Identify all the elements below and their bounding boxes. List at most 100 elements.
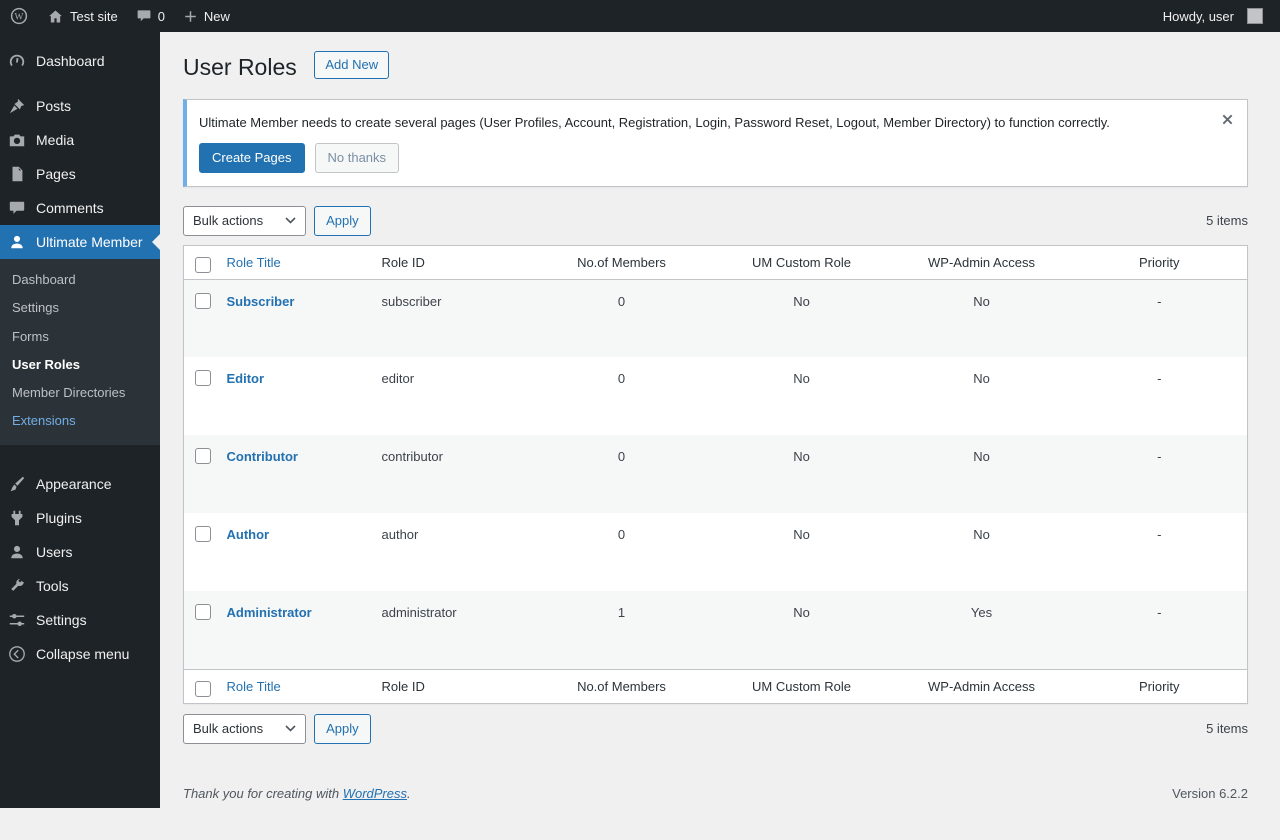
comment-bubble-icon (136, 8, 152, 24)
sidebar-item-posts[interactable]: Posts (0, 89, 160, 123)
comments-menu[interactable]: 0 (127, 0, 174, 32)
footer-thankyou: Thank you for creating with WordPress. (183, 786, 411, 801)
members-cell: 0 (532, 513, 712, 591)
row-checkbox[interactable] (195, 370, 211, 386)
chevron-down-icon (285, 725, 296, 732)
submenu-item-member-directories[interactable]: Member Directories (0, 379, 160, 407)
header-role-id: Role ID (372, 245, 532, 279)
chevron-left-circle-icon (7, 644, 27, 664)
sidebar-item-dashboard[interactable]: Dashboard (0, 44, 160, 78)
bulk-actions-select[interactable]: Bulk actions (183, 206, 306, 236)
table-toolbar-top: Bulk actions Apply 5 items (183, 206, 1248, 236)
sidebar-item-label: Media (36, 132, 74, 148)
members-cell: 0 (532, 279, 712, 357)
items-count: 5 items (1206, 213, 1248, 228)
add-new-button[interactable]: Add New (314, 51, 389, 79)
submenu-item-forms[interactable]: Forms (0, 323, 160, 351)
role-title-link[interactable]: Author (227, 527, 270, 542)
submenu-item-dashboard[interactable]: Dashboard (0, 266, 160, 294)
row-checkbox[interactable] (195, 526, 211, 542)
table-footer-row: Role Title Role ID No.of Members UM Cust… (184, 669, 1248, 703)
bulk-actions-label: Bulk actions (193, 213, 263, 228)
no-thanks-button[interactable]: No thanks (315, 143, 400, 173)
members-cell: 1 (532, 591, 712, 669)
sidebar-item-pages[interactable]: Pages (0, 157, 160, 191)
submenu-item-settings[interactable]: Settings (0, 294, 160, 322)
site-name-menu[interactable]: Test site (38, 0, 127, 32)
role-title-link[interactable]: Subscriber (227, 294, 295, 309)
create-pages-button[interactable]: Create Pages (199, 143, 305, 173)
new-content-menu[interactable]: New (174, 0, 239, 32)
notice-message: Ultimate Member needs to create several … (199, 113, 1203, 133)
wrench-icon (7, 576, 27, 596)
role-title-link[interactable]: Editor (227, 371, 265, 386)
priority-cell: - (1072, 591, 1248, 669)
wp-admin-access-cell: No (892, 279, 1072, 357)
wp-admin-access-cell: No (892, 435, 1072, 513)
footer-wp-admin-access: WP-Admin Access (892, 669, 1072, 703)
role-id-cell: administrator (372, 591, 532, 669)
sidebar-item-ultimate-member[interactable]: Ultimate Member (0, 225, 160, 259)
wordpress-logo-menu[interactable]: W (0, 0, 38, 32)
um-custom-role-cell: No (712, 435, 892, 513)
document-icon (7, 164, 27, 184)
submenu-item-extensions[interactable]: Extensions (0, 407, 160, 435)
wp-admin-access-cell: No (892, 513, 1072, 591)
sidebar-item-appearance[interactable]: Appearance (0, 467, 160, 501)
wordpress-link[interactable]: WordPress (343, 786, 407, 801)
sidebar-item-users[interactable]: Users (0, 535, 160, 569)
role-id-cell: contributor (372, 435, 532, 513)
sidebar-item-media[interactable]: Media (0, 123, 160, 157)
role-title-link[interactable]: Administrator (227, 605, 312, 620)
sidebar-item-label: Users (36, 544, 73, 560)
version-label: Version 6.2.2 (1172, 786, 1248, 801)
sort-role-title-link[interactable]: Role Title (227, 255, 281, 270)
collapse-menu-button[interactable]: Collapse menu (0, 637, 160, 671)
table-header-row: Role Title Role ID No.of Members UM Cust… (184, 245, 1248, 279)
members-cell: 0 (532, 435, 712, 513)
select-all-checkbox[interactable] (195, 257, 211, 273)
menu-separator (0, 445, 160, 456)
priority-cell: - (1072, 357, 1248, 435)
sidebar-item-label: Tools (36, 578, 69, 594)
header-members: No.of Members (532, 245, 712, 279)
row-checkbox[interactable] (195, 293, 211, 309)
priority-cell: - (1072, 279, 1248, 357)
header-wp-admin-access: WP-Admin Access (892, 245, 1072, 279)
apply-button[interactable]: Apply (314, 714, 371, 744)
wp-admin-access-cell: No (892, 357, 1072, 435)
sidebar-item-label: Dashboard (36, 53, 105, 69)
admin-sidebar: Dashboard Posts Media Pages Comments Ult… (0, 32, 160, 808)
main-content: User Roles Add New Ultimate Member needs… (160, 32, 1280, 808)
row-checkbox[interactable] (195, 604, 211, 620)
sidebar-item-label: Ultimate Member (36, 234, 143, 250)
sidebar-item-comments[interactable]: Comments (0, 191, 160, 225)
dismiss-notice-icon[interactable] (1217, 110, 1237, 130)
admin-footer: Thank you for creating with WordPress. V… (183, 786, 1248, 801)
role-id-cell: author (372, 513, 532, 591)
row-checkbox[interactable] (195, 448, 211, 464)
um-custom-role-cell: No (712, 513, 892, 591)
home-icon (47, 8, 64, 25)
sidebar-item-label: Comments (36, 200, 104, 216)
sidebar-item-label: Appearance (36, 476, 112, 492)
select-all-checkbox[interactable] (195, 681, 211, 697)
pushpin-icon (7, 96, 27, 116)
bulk-actions-select[interactable]: Bulk actions (183, 714, 306, 744)
svg-text:W: W (15, 13, 24, 23)
sidebar-item-label: Pages (36, 166, 76, 182)
submenu-item-user-roles[interactable]: User Roles (0, 351, 160, 379)
sort-role-title-link[interactable]: Role Title (227, 679, 281, 694)
menu-separator (0, 78, 160, 89)
sidebar-item-settings[interactable]: Settings (0, 603, 160, 637)
my-account-menu[interactable]: Howdy, user (1154, 0, 1272, 32)
menu-separator (0, 456, 160, 467)
sidebar-item-tools[interactable]: Tools (0, 569, 160, 603)
paintbrush-icon (7, 474, 27, 494)
plus-icon (183, 9, 198, 24)
sidebar-item-plugins[interactable]: Plugins (0, 501, 160, 535)
footer-thanks-text: Thank you for creating with (183, 786, 339, 801)
role-title-link[interactable]: Contributor (227, 449, 298, 464)
apply-button[interactable]: Apply (314, 206, 371, 236)
role-id-cell: subscriber (372, 279, 532, 357)
